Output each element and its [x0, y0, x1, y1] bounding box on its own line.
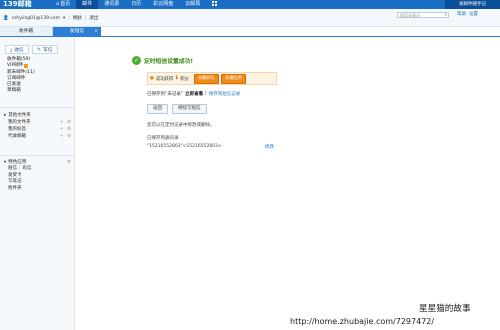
gear-icon[interactable]: ⚙ [67, 160, 71, 166]
separator: | [84, 15, 87, 21]
separator: | [19, 166, 21, 171]
nav-cloud-drive[interactable]: 彩云网盘 [147, 0, 179, 9]
view-now-link[interactable]: 立即查看 [185, 91, 203, 97]
pencil-icon: ✎ [36, 46, 42, 53]
other-folders-group: ▸ 其他文件夹 我的文件夹 + ⚙ 我的标签 + ⚙ 代收邮箱 + ⚙ [4, 113, 72, 140]
skin-link[interactable]: 换肤 [73, 15, 82, 21]
reward-label: 成功获得 [155, 76, 174, 82]
back-button[interactable]: 返回 [147, 104, 168, 114]
write-mail-button[interactable]: ✎ 写信 [31, 45, 58, 54]
user-info: 👤 cshyiing01@139.com ▾ | 换肤 | 退出 [3, 15, 98, 22]
sidebar-divider [0, 155, 74, 156]
app-mms[interactable]: 彩信 [23, 166, 32, 173]
header-right-links: 帮助 设置 [457, 11, 478, 17]
edit-link[interactable]: 修改 [265, 144, 274, 150]
apps-list: 短信 | 彩信 发贺卡 写笔记 附件夹 [4, 166, 70, 192]
nav-mail[interactable]: 邮件 [76, 0, 99, 9]
app-attachments[interactable]: 附件夹 [8, 186, 70, 193]
sidebar-actions: ⤓ 收信 ✎ 写信 [5, 45, 58, 54]
write-mail-label: 写信 [43, 48, 53, 53]
task-button[interactable]: 去做任务 [221, 73, 247, 84]
watermark-url: http://home.zhubajie.com/7297472/ [290, 317, 435, 326]
save-to-records-link[interactable]: 保存到短信记录 [209, 91, 241, 97]
add-settings-icons[interactable]: + ⚙ [60, 126, 72, 133]
sidebar: ⤓ 收信 ✎ 写信 收件箱(59) VIP邮件 V 新未邮件(11) 订阅邮件 … [0, 37, 75, 330]
separator: | [205, 91, 207, 96]
action-buttons: 返回 继续写短信 [147, 104, 207, 114]
check-icon: ✓ [132, 56, 141, 65]
reward-unit: 积分 [180, 76, 189, 82]
saved-info: 已保存到“未记录” 立即查看 | 保存到短信记录 [147, 91, 240, 97]
my-tags-item[interactable]: 我的标签 + ⚙ [4, 126, 72, 133]
apps-grid-icon [212, 1, 218, 6]
proxy-mailbox-item[interactable]: 代收邮箱 + ⚙ [4, 133, 72, 140]
separator: | [68, 15, 70, 21]
quick-note-link[interactable]: 发邮件随手记 [445, 0, 500, 9]
folder-list: 收件箱(59) VIP邮件 V 新未邮件(11) 订阅邮件 已发送 草稿箱 [7, 57, 35, 95]
nav-home-label: 首页 [60, 1, 71, 7]
my-folders-item[interactable]: 我的文件夹 + ⚙ [4, 119, 72, 126]
coin-icon: ● [150, 76, 154, 81]
main-panel: ✓ 定时短信设置成功! ● 成功获得 1 积分 去做好礼 去做任务 已保存到“未… [75, 37, 500, 330]
proxy-mailbox-label: 代收邮箱 [8, 134, 26, 139]
folder-drafts[interactable]: 草稿箱 [7, 88, 35, 94]
my-tags-label: 我的标签 [8, 127, 26, 132]
success-text: 定时短信设置成功! [144, 59, 194, 65]
close-icon[interactable]: × [94, 27, 98, 36]
watermark-title: 星星猫的故事 [419, 304, 471, 314]
reward-banner: ● 成功获得 1 积分 去做好礼 去做任务 [147, 72, 277, 85]
add-settings-icons[interactable]: + ⚙ [60, 119, 72, 126]
user-icon: 👤 [3, 15, 9, 21]
tab-send-sms-label: 发短信 [69, 29, 85, 34]
help-link[interactable]: 帮助 [457, 11, 466, 17]
recipient-list: "15216552803"<15216552803> [147, 144, 222, 149]
schedule-note: 您可以在定时记录中修改或删除。 [147, 123, 215, 128]
search-input[interactable]: 搜索关键词 ⌕ [397, 12, 449, 18]
tab-strip: 收件箱 发短信 × [0, 27, 101, 36]
chevron-down-icon[interactable]: ▾ [63, 16, 65, 21]
top-nav-bar: 139邮箱 ⌂ 首页 邮件 通讯录 日历 彩云网盘 云邮局 发邮件随手记 [0, 0, 500, 9]
gift-button[interactable]: 去做好礼 [193, 73, 220, 84]
nav-calendar[interactable]: 日历 [125, 0, 147, 9]
receive-mail-label: 收信 [14, 48, 24, 53]
search-icon[interactable]: ⌕ [444, 13, 447, 19]
user-email[interactable]: cshyiing01@139.com [12, 16, 60, 21]
receive-mail-button[interactable]: ⤓ 收信 [5, 45, 29, 54]
app-logo[interactable]: 139邮箱 [3, 0, 32, 9]
add-settings-icons[interactable]: + ⚙ [60, 133, 72, 140]
app-sms[interactable]: 短信 [8, 166, 17, 173]
success-message: ✓ 定时短信设置成功! [132, 56, 193, 65]
tab-send-sms[interactable]: 发短信 × [53, 27, 101, 36]
collapse-icon: ▾ [4, 160, 7, 165]
logout-link[interactable]: 退出 [89, 15, 98, 21]
my-folders-label: 我的文件夹 [8, 120, 31, 125]
nav-home[interactable]: ⌂ 首页 [50, 0, 76, 9]
settings-link[interactable]: 设置 [469, 11, 478, 17]
continue-sms-button[interactable]: 继续写短信 [172, 104, 207, 114]
home-icon: ⌂ [56, 1, 60, 7]
expand-icon: ▸ [4, 113, 7, 118]
saved-prefix: 已保存到“未记录” [147, 92, 184, 97]
vip-badge-icon: V [24, 64, 29, 69]
reward-amount: 1 [175, 76, 179, 81]
apps-group: ▾ 特色应用 ⚙ 短信 | 彩信 发贺卡 写笔记 附件夹 [4, 160, 71, 192]
nav-cloud-post[interactable]: 云邮局 [179, 0, 206, 9]
nav-contacts[interactable]: 通讯录 [98, 0, 125, 9]
tab-inbox[interactable]: 收件箱 [0, 27, 53, 36]
saved-contacts-title: 已保存到通讯录 [147, 136, 179, 141]
nav-more-apps[interactable] [206, 0, 223, 9]
search-placeholder: 搜索关键词 [400, 13, 420, 18]
download-icon: ⤓ [10, 46, 13, 53]
sidebar-divider [0, 107, 74, 108]
main-nav: ⌂ 首页 邮件 通讯录 日历 彩云网盘 云邮局 [50, 0, 223, 9]
